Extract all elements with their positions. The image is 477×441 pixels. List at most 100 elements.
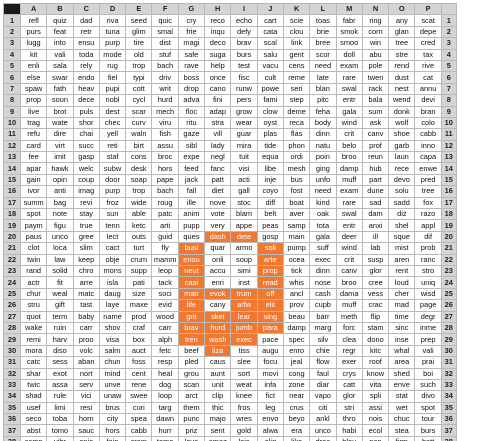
grid-cell[interactable]: refu [19,128,48,141]
highlighted-cell[interactable]: wash [204,333,232,346]
grid-cell[interactable]: clea [335,333,363,346]
grid-cell[interactable]: feed [177,162,206,175]
grid-cell[interactable]: wood [151,310,179,323]
grid-cell[interactable]: whis [282,276,311,289]
highlighted-cell[interactable]: trum [230,287,258,301]
grid-cell[interactable]: loya [177,435,206,441]
grid-cell[interactable]: paus [19,230,48,244]
grid-cell[interactable]: alph [151,333,179,346]
grid-cell[interactable]: slim [72,242,100,255]
grid-cell[interactable]: flas [282,128,311,141]
grid-cell[interactable]: cry [177,14,206,27]
row-number[interactable]: 24 [3,276,21,289]
grid-cell[interactable]: mind [98,367,127,380]
grid-cell[interactable]: fiel [98,71,127,84]
grid-cell[interactable]: quic [151,14,179,27]
grid-cell[interactable]: chuc [388,413,416,426]
grid-cell[interactable]: samp [282,219,311,232]
row-number[interactable]: 32 [3,367,21,380]
grid-cell[interactable]: like [282,435,311,441]
grid-cell[interactable]: ankl [309,413,337,426]
grid-cell[interactable]: purp [98,185,127,198]
grid-cell[interactable]: unco [46,230,74,244]
grid-cell[interactable]: sala [46,59,74,73]
grid-cell[interactable]: gift [46,299,74,312]
grid-cell[interactable]: seri [282,82,311,96]
grid-cell[interactable]: boat [282,196,311,210]
grid-cell[interactable]: fall [177,185,206,198]
grid-cell[interactable]: pers [230,94,258,107]
grid-cell[interactable]: ancl [282,287,311,301]
grid-cell[interactable]: adva [177,94,206,107]
grid-cell[interactable]: retr [72,25,100,39]
grid-cell[interactable]: enli [19,59,48,73]
grid-cell[interactable]: simi [230,264,258,278]
grid-cell[interactable]: scor [309,48,337,61]
grid-cell[interactable]: twic [19,378,48,392]
grid-cell[interactable]: crit [335,128,363,141]
grid-cell[interactable]: oyst [256,116,284,130]
grid-cell[interactable]: cott [125,82,153,96]
grid-cell[interactable]: refl [19,14,48,27]
grid-cell[interactable]: card [19,139,48,153]
grid-cell[interactable]: thro [335,413,363,426]
grid-cell[interactable]: mesh [282,162,311,175]
grid-cell[interactable]: horn [72,413,100,426]
column-header[interactable]: F [151,2,179,16]
grid-cell[interactable]: lady [204,139,232,153]
grid-cell[interactable]: laun [388,151,416,164]
grid-cell[interactable]: evid [151,299,179,312]
column-header[interactable]: J [256,2,284,16]
grid-cell[interactable]: wide [125,196,153,210]
grid-cell[interactable]: gala [335,105,363,118]
grid-cell[interactable]: chie [309,344,337,358]
grid-cell[interactable]: rule [46,390,74,403]
grid-cell[interactable]: mora [19,344,48,358]
grid-cell[interactable]: dono [361,333,390,346]
grid-cell[interactable]: shar [19,367,48,380]
row-number[interactable]: 15 [3,173,21,187]
grid-cell[interactable]: gasp [72,151,100,164]
grid-cell[interactable]: quar [204,242,232,255]
grid-cell[interactable]: revi [72,196,100,210]
grid-cell[interactable]: diz [388,208,416,221]
grid-cell[interactable]: swal [335,82,363,96]
highlighted-cell[interactable]: tren [177,333,206,346]
grid-cell[interactable]: gold [230,424,258,437]
grid-cell[interactable]: heal [151,367,179,380]
row-number[interactable]: 27 [3,310,21,323]
highlighted-cell[interactable]: dete [230,230,258,244]
grid-cell[interactable]: broo [335,151,363,164]
grid-cell[interactable]: summ [19,196,48,210]
grid-cell[interactable]: vali [414,344,442,358]
highlighted-cell[interactable]: off [256,287,284,301]
grid-cell[interactable]: fetc [151,344,179,358]
grid-cell[interactable]: bus [282,173,311,187]
row-number[interactable]: 35 [3,401,21,415]
highlighted-cell[interactable]: soli [256,242,284,255]
grid-cell[interactable]: seco [19,413,48,426]
grid-cell[interactable]: sque [388,230,416,244]
grid-cell[interactable]: prop [19,94,48,107]
grid-cell[interactable]: chec [98,116,127,130]
grid-cell[interactable]: pump [282,242,311,255]
grid-cell[interactable]: movi [256,367,284,380]
grid-cell[interactable]: sess [46,356,74,369]
grid-cell[interactable]: tick [282,264,311,278]
grid-cell[interactable]: libe [256,162,284,175]
grid-cell[interactable]: gala [309,230,337,244]
grid-cell[interactable]: term [46,310,74,323]
grid-cell[interactable]: crys [335,367,363,380]
grid-cell[interactable]: help [204,59,232,73]
grid-cell[interactable]: coup [72,173,100,187]
grid-cell[interactable]: diet [204,185,232,198]
row-number[interactable]: 33 [3,378,21,392]
highlighted-cell[interactable]: arfw [230,299,258,312]
grid-cell[interactable]: nort [72,367,100,380]
column-header[interactable]: H [204,2,232,16]
grid-cell[interactable]: win [361,37,390,50]
highlighted-cell[interactable]: read [256,276,284,289]
grid-cell[interactable]: scan [177,378,206,392]
grid-cell[interactable]: dog [151,378,179,392]
grid-cell[interactable]: carr [72,321,100,335]
